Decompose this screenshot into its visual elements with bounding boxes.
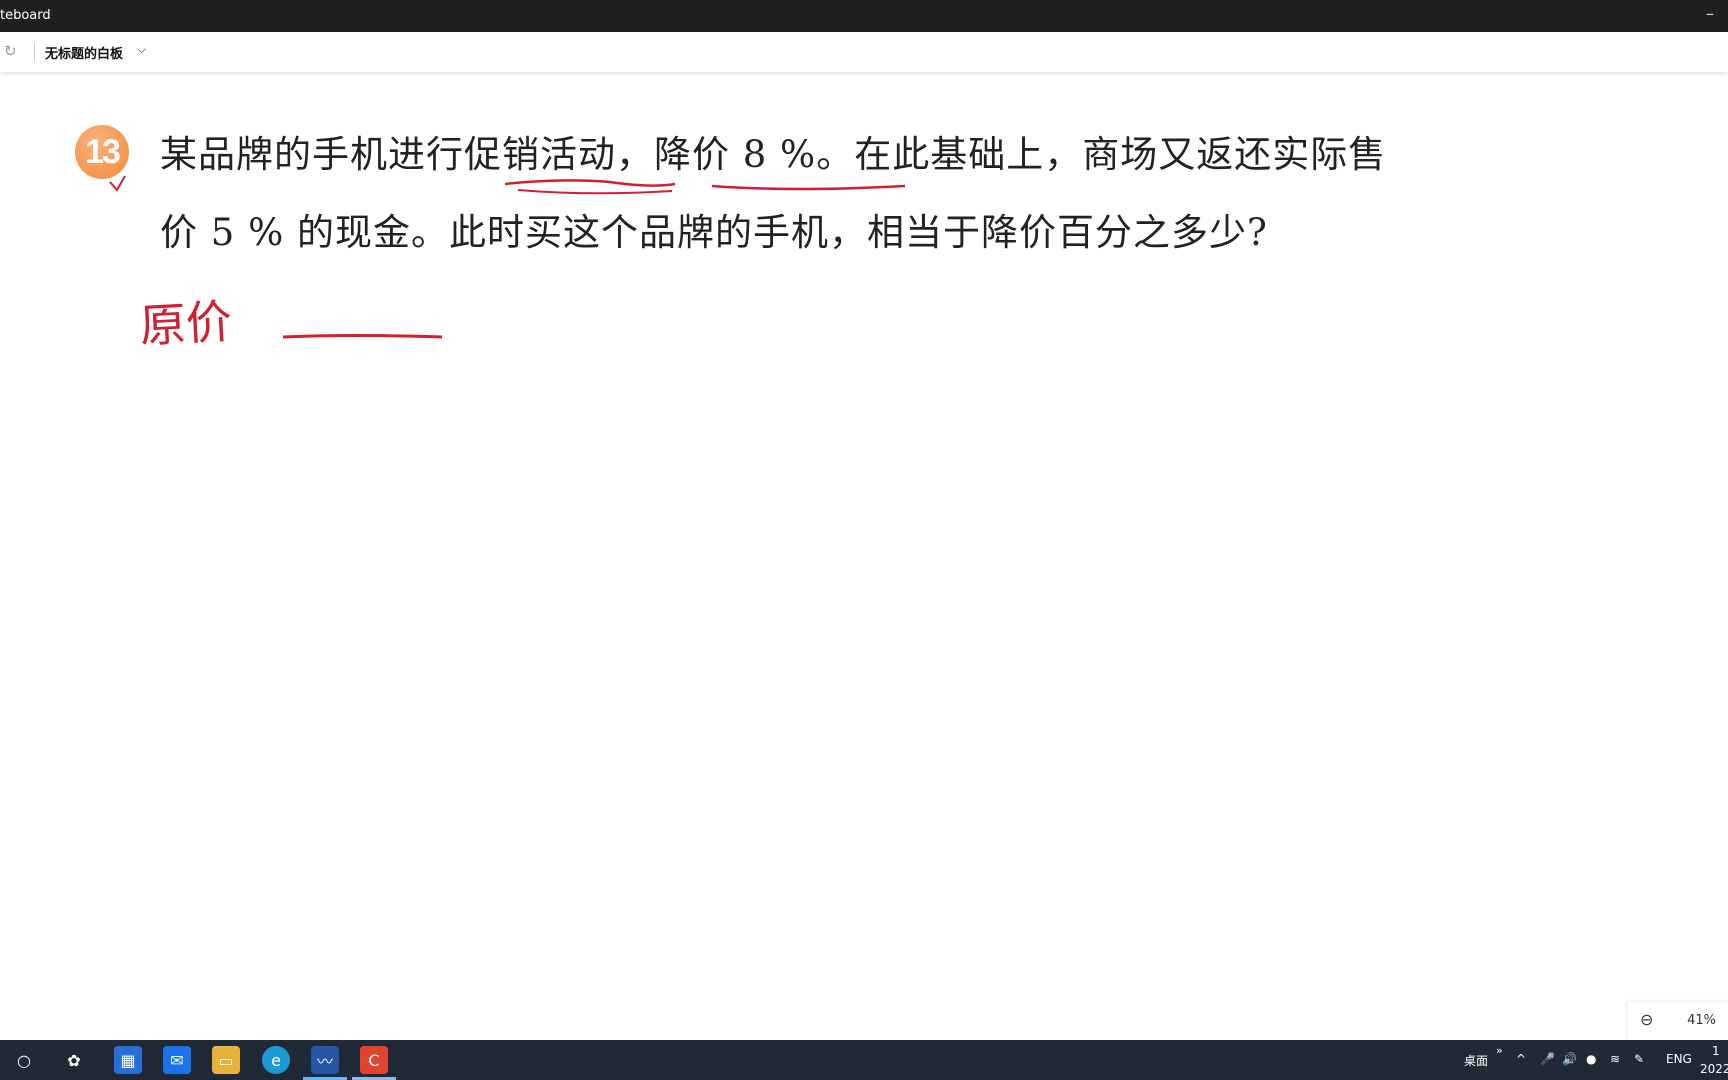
edge-icon[interactable]: e bbox=[262, 1046, 290, 1074]
mail-icon[interactable]: ✉ bbox=[163, 1046, 191, 1074]
whiteboard-app-icon[interactable]: 〰 bbox=[311, 1046, 339, 1074]
zoom-out-icon[interactable]: ⊖ bbox=[1640, 1010, 1653, 1029]
clock-time[interactable]: 1 bbox=[1712, 1044, 1720, 1058]
file-explorer-icon[interactable]: ▭ bbox=[212, 1046, 240, 1074]
ink-line bbox=[282, 334, 443, 339]
zoom-level[interactable]: 41% bbox=[1687, 1013, 1716, 1028]
zoom-panel: ⊖ 41% bbox=[1628, 1002, 1728, 1040]
desktop-overflow-icon[interactable]: » bbox=[1496, 1044, 1503, 1057]
clock-date[interactable]: 2022 bbox=[1700, 1062, 1728, 1076]
toolbar-divider bbox=[34, 42, 35, 62]
taskbar: ○ ✿ ▦ ✉ ▭ e 〰 C 桌面 » ^ 🎤 🔊 ● ≋ ✎ ENG 1 2… bbox=[0, 1040, 1728, 1080]
ink-underline-promotion-2 bbox=[517, 189, 673, 195]
status-icon[interactable]: ● bbox=[1586, 1052, 1596, 1066]
pen-icon[interactable]: ✎ bbox=[1634, 1052, 1644, 1066]
title-bar: teboard – bbox=[0, 0, 1728, 32]
ink-underline-discount bbox=[711, 184, 906, 191]
wifi-icon[interactable]: ≋ bbox=[1610, 1052, 1620, 1066]
store-icon[interactable]: ▦ bbox=[114, 1046, 142, 1074]
minimize-button[interactable]: – bbox=[1706, 4, 1714, 23]
redo-icon[interactable]: ↻ bbox=[4, 42, 17, 60]
toolbar: ↻ 无标题的白板 ⌵ bbox=[0, 32, 1728, 72]
tray-expand-icon[interactable]: ^ bbox=[1516, 1052, 1526, 1066]
widgets-icon[interactable]: ✿ bbox=[60, 1046, 88, 1074]
search-icon[interactable]: ○ bbox=[10, 1046, 38, 1074]
board-title[interactable]: 无标题的白板 bbox=[45, 43, 123, 62]
handwriting-label: 原价 bbox=[138, 294, 233, 353]
ink-layer: 原价 bbox=[109, 175, 906, 353]
desktop-toolbar-label[interactable]: 桌面 bbox=[1464, 1052, 1488, 1069]
microphone-icon[interactable]: 🎤 bbox=[1540, 1052, 1555, 1066]
chevron-down-icon[interactable]: ⌵ bbox=[137, 42, 146, 57]
ink-underline-promotion bbox=[504, 179, 676, 187]
ink-check-mark bbox=[109, 175, 126, 192]
language-indicator[interactable]: ENG bbox=[1666, 1052, 1692, 1066]
whiteboard-canvas[interactable]: 13 某品牌的手机进行促销活动，降价 8 %。在此基础上，商场又返还实际售 价 … bbox=[0, 72, 1728, 1040]
volume-icon[interactable]: 🔊 bbox=[1562, 1052, 1577, 1066]
capture-app-icon[interactable]: C bbox=[360, 1046, 388, 1074]
window-title: teboard bbox=[0, 8, 51, 23]
